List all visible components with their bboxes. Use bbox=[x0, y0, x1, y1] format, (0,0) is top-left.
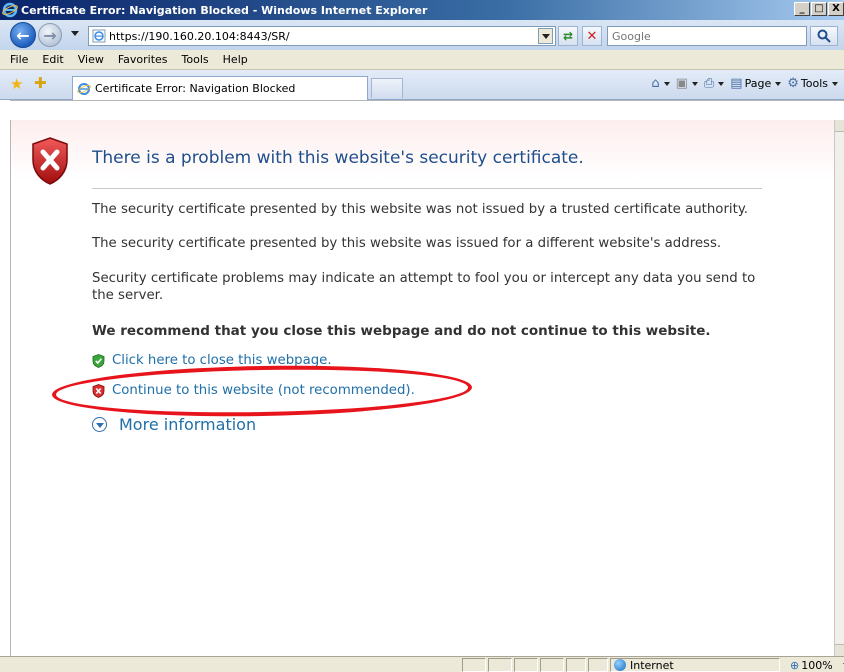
refresh-icon: ⇄ bbox=[562, 29, 574, 43]
divider bbox=[92, 188, 762, 189]
search-box[interactable] bbox=[607, 26, 807, 46]
error-shield-icon bbox=[32, 137, 68, 185]
status-pane bbox=[566, 658, 586, 672]
minimize-button[interactable]: _ bbox=[794, 2, 810, 16]
command-bar: ⌂ ▣ ⎙ ▤ Page ⚙ Tools bbox=[651, 77, 838, 90]
globe-icon bbox=[614, 659, 626, 671]
status-pane bbox=[488, 658, 512, 672]
page-menu-button[interactable]: ▤ Page bbox=[730, 76, 782, 91]
chevron-down-icon bbox=[541, 33, 550, 39]
menu-bar: File Edit View Favorites Tools Help bbox=[0, 50, 844, 70]
search-icon bbox=[817, 29, 831, 43]
ie-page-icon bbox=[77, 82, 91, 95]
ie-page-icon bbox=[92, 29, 106, 43]
warning-description: Security certificate problems may indica… bbox=[92, 271, 756, 303]
menu-help[interactable]: Help bbox=[216, 53, 255, 66]
print-icon: ⎙ bbox=[703, 76, 715, 91]
menu-view[interactable]: View bbox=[71, 53, 111, 66]
continue-website-label: Continue to this website (not recommende… bbox=[112, 383, 415, 398]
status-bar: Internet ⊕ 100% bbox=[0, 656, 844, 672]
page-menu-label: Page bbox=[744, 77, 772, 90]
menu-edit[interactable]: Edit bbox=[35, 53, 70, 66]
maximize-button[interactable]: □ bbox=[811, 2, 827, 16]
more-information-label: More information bbox=[119, 415, 257, 434]
gear-icon: ⚙ bbox=[787, 76, 799, 91]
add-favorites-icon[interactable]: ✚ bbox=[34, 76, 47, 91]
new-tab-button[interactable] bbox=[371, 78, 403, 98]
security-zone-label: Internet bbox=[630, 658, 674, 672]
chevron-down-icon bbox=[832, 81, 838, 86]
green-shield-icon bbox=[92, 353, 105, 368]
content-frame-top bbox=[10, 100, 844, 120]
close-webpage-label: Click here to close this webpage. bbox=[112, 353, 332, 368]
security-zone[interactable]: Internet bbox=[610, 658, 780, 672]
address-toolbar: ← → ⇄ ✕ bbox=[0, 20, 844, 50]
scroll-down-button[interactable] bbox=[835, 644, 844, 656]
close-webpage-link[interactable]: Click here to close this webpage. bbox=[92, 353, 332, 368]
menu-tools[interactable]: Tools bbox=[175, 53, 216, 66]
stop-button[interactable]: ✕ bbox=[582, 26, 602, 46]
search-input[interactable] bbox=[612, 29, 802, 43]
tab-certificate-error[interactable]: Certificate Error: Navigation Blocked bbox=[72, 76, 368, 100]
ie-logo-icon bbox=[2, 2, 18, 18]
red-shield-icon bbox=[92, 383, 105, 398]
zoom-icon: ⊕ bbox=[790, 658, 800, 672]
chevron-down-icon bbox=[775, 81, 782, 86]
error-description-untrusted: The security certificate presented by th… bbox=[92, 202, 749, 217]
tools-menu-label: Tools bbox=[800, 77, 828, 90]
status-pane bbox=[462, 658, 486, 672]
window-controls: _ □ X bbox=[794, 2, 844, 16]
page-icon: ▤ bbox=[730, 76, 743, 91]
address-bar[interactable] bbox=[88, 26, 556, 46]
vertical-scrollbar[interactable] bbox=[834, 120, 844, 656]
tab-bar: ★ ✚ Certificate Error: Navigation Blocke… bbox=[0, 70, 844, 100]
rss-icon: ▣ bbox=[675, 76, 688, 91]
chevron-down-icon bbox=[718, 81, 725, 86]
scroll-up-button[interactable] bbox=[835, 120, 844, 132]
close-button[interactable]: X bbox=[828, 2, 844, 16]
forward-button[interactable]: → bbox=[38, 23, 62, 47]
favorites-star-icon[interactable]: ★ bbox=[10, 77, 23, 92]
address-dropdown-button[interactable] bbox=[538, 28, 553, 44]
arrow-right-icon: → bbox=[43, 25, 57, 45]
continue-website-link[interactable]: Continue to this website (not recommende… bbox=[92, 383, 415, 398]
refresh-button[interactable]: ⇄ bbox=[558, 26, 578, 46]
title-bar[interactable]: Certificate Error: Navigation Blocked - … bbox=[0, 0, 844, 20]
chevron-down-icon bbox=[663, 81, 670, 86]
status-pane bbox=[588, 658, 608, 672]
status-pane bbox=[540, 658, 564, 672]
page-title: There is a problem with this website's s… bbox=[92, 148, 584, 168]
chevron-down-icon bbox=[691, 81, 698, 86]
home-icon: ⌂ bbox=[651, 76, 660, 91]
history-dropdown-icon[interactable] bbox=[71, 31, 79, 36]
expand-circle-icon bbox=[92, 417, 107, 432]
search-button[interactable] bbox=[810, 26, 838, 46]
print-button[interactable]: ⎙ bbox=[703, 76, 725, 91]
zoom-control[interactable]: ⊕ 100% bbox=[786, 658, 844, 672]
status-pane bbox=[514, 658, 538, 672]
home-button[interactable]: ⌂ bbox=[651, 76, 670, 91]
tools-menu-button[interactable]: ⚙ Tools bbox=[787, 77, 838, 90]
feeds-button[interactable]: ▣ bbox=[676, 77, 698, 90]
menu-favorites[interactable]: Favorites bbox=[111, 53, 175, 66]
back-button[interactable]: ← bbox=[10, 22, 36, 48]
error-description-mismatch: The security certificate presented by th… bbox=[92, 236, 722, 251]
url-input[interactable] bbox=[109, 28, 529, 44]
window-title: Certificate Error: Navigation Blocked - … bbox=[21, 3, 428, 17]
tab-label: Certificate Error: Navigation Blocked bbox=[95, 82, 296, 95]
recommendation-text: We recommend that you close this webpage… bbox=[92, 323, 711, 339]
stop-icon: ✕ bbox=[586, 28, 598, 44]
zoom-level: 100% bbox=[801, 658, 833, 672]
arrow-left-icon: ← bbox=[16, 25, 30, 45]
more-information-toggle[interactable]: More information bbox=[92, 415, 256, 434]
menu-file[interactable]: File bbox=[3, 53, 35, 66]
